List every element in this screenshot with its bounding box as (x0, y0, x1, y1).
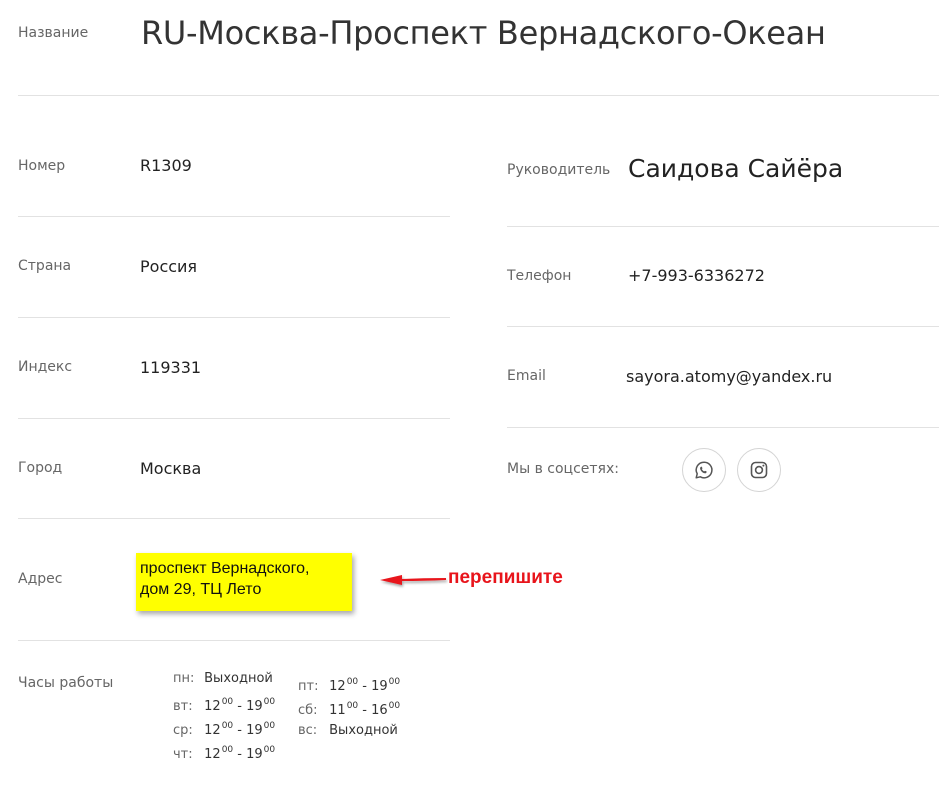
divider (18, 95, 939, 96)
email-value[interactable]: sayora.atomy@yandex.ru (626, 367, 832, 386)
day-label: вс: (298, 723, 318, 738)
address-highlight-note: проспект Вернадского, дом 29, ТЦ Лето (136, 553, 352, 611)
close-minute: 00 (263, 697, 276, 707)
city-value: Москва (140, 459, 202, 478)
close-minute: 00 (263, 721, 276, 731)
hours-value: Выходной (204, 671, 273, 686)
hours-separator: - (237, 699, 242, 714)
divider (18, 418, 450, 419)
hours-separator: - (237, 747, 242, 762)
number-label: Номер (18, 158, 66, 174)
index-label: Индекс (18, 359, 73, 375)
hours-row-fri: пт: 1200 - 1900 (298, 671, 400, 695)
social-label: Мы в соцсетях: (507, 461, 619, 477)
hours-label: Часы работы (18, 675, 114, 691)
index-value: 119331 (140, 358, 202, 377)
open-minute: 00 (221, 697, 234, 707)
hours-column-1: пн: Выходной вт: 1200 - 1900 ср: 1200 - … (173, 667, 275, 763)
open-hour: 12 (204, 723, 221, 738)
open-hour: 12 (329, 679, 346, 694)
whatsapp-button[interactable] (682, 448, 726, 492)
phone-label: Телефон (507, 268, 572, 284)
address-line-1: проспект Вернадского, (140, 560, 310, 577)
instagram-icon (750, 461, 768, 479)
close-hour: 19 (371, 679, 388, 694)
city-label: Город (18, 460, 63, 476)
address-line-2: дом 29, ТЦ Лето (140, 581, 262, 598)
open-minute: 00 (221, 745, 234, 755)
close-hour: 19 (246, 699, 263, 714)
day-label: пн: (173, 671, 195, 686)
hours-row-thu: чт: 1200 - 1900 (173, 739, 275, 763)
country-label: Страна (18, 258, 72, 274)
divider (18, 317, 450, 318)
open-hour: 11 (329, 703, 346, 718)
title-label: Название (18, 25, 89, 41)
divider (507, 226, 939, 227)
close-hour: 19 (246, 747, 263, 762)
divider (507, 326, 939, 327)
hours-row-tue: вт: 1200 - 1900 (173, 691, 275, 715)
open-hour: 12 (204, 699, 221, 714)
phone-value[interactable]: +7-993-6336272 (628, 266, 765, 285)
red-arrow-icon (380, 575, 446, 585)
close-minute: 00 (388, 677, 401, 687)
hours-separator: - (362, 703, 367, 718)
divider (18, 640, 450, 641)
number-value: R1309 (140, 156, 192, 175)
divider (18, 518, 450, 519)
hours-separator: - (362, 679, 367, 694)
page-title: RU-Москва-Проспект Вернадского-Океан (141, 14, 826, 52)
close-minute: 00 (388, 701, 401, 711)
manager-label: Руководитель (507, 162, 611, 178)
hours-separator: - (237, 723, 242, 738)
hours-row-sun: вс: Выходной (298, 719, 400, 743)
email-label: Email (507, 368, 546, 384)
hours-row-wed: ср: 1200 - 1900 (173, 715, 275, 739)
divider (507, 427, 939, 428)
open-minute: 00 (221, 721, 234, 731)
open-hour: 12 (204, 747, 221, 762)
manager-value: Саидова Сайёра (628, 154, 844, 183)
hours-column-2: пт: 1200 - 1900 сб: 1100 - 1600 вс: Выхо… (298, 671, 400, 743)
address-label: Адрес (18, 571, 63, 587)
whatsapp-icon (695, 461, 713, 479)
open-minute: 00 (346, 677, 359, 687)
day-label: чт: (173, 747, 193, 762)
instagram-button[interactable] (737, 448, 781, 492)
close-hour: 19 (246, 723, 263, 738)
hours-row-sat: сб: 1100 - 1600 (298, 695, 400, 719)
open-minute: 00 (346, 701, 359, 711)
annotation-text: перепишите (448, 567, 563, 588)
country-value: Россия (140, 257, 198, 276)
hours-row-mon: пн: Выходной (173, 667, 275, 691)
hours-value: Выходной (329, 723, 398, 738)
close-minute: 00 (263, 745, 276, 755)
divider (18, 216, 450, 217)
close-hour: 16 (371, 703, 388, 718)
